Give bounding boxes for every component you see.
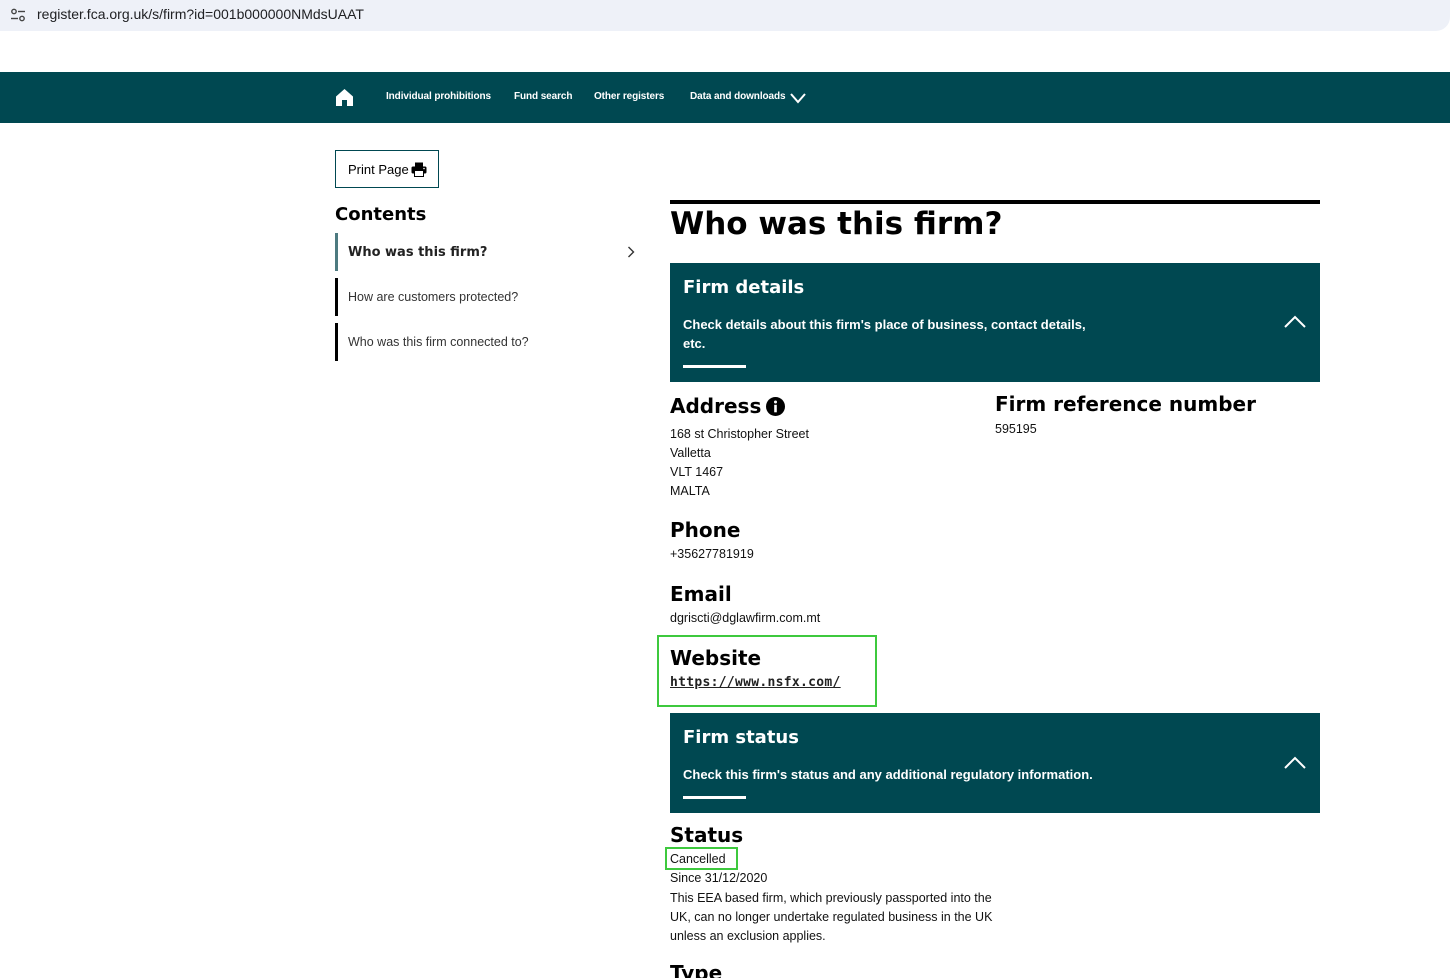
nav-other-registers[interactable]: Other registers bbox=[594, 91, 664, 102]
firm-details-panel[interactable]: Firm details Check details about this fi… bbox=[670, 263, 1320, 382]
nav-fund-search[interactable]: Fund search bbox=[514, 91, 572, 102]
toc-item-label: Who was this firm? bbox=[348, 244, 488, 260]
status-note-line: UK, can no longer undertake regulated bu… bbox=[670, 910, 993, 924]
toc-item-label: How are customers protected? bbox=[348, 290, 519, 304]
panel-description: Check details about this firm's place of… bbox=[683, 315, 1086, 353]
email-value: dgriscti@dglawfirm.com.mt bbox=[670, 611, 821, 625]
panel-title: Firm status bbox=[683, 727, 799, 748]
status-label: Status bbox=[670, 823, 744, 847]
contents-heading: Contents bbox=[335, 204, 427, 225]
address-line: 168 st Christopher Street bbox=[670, 427, 809, 441]
email-label: Email bbox=[670, 582, 732, 606]
chevron-right-icon bbox=[628, 246, 635, 258]
chevron-up-icon[interactable] bbox=[1284, 756, 1306, 770]
phone-label: Phone bbox=[670, 518, 741, 542]
website-label: Website bbox=[670, 646, 762, 670]
panel-title: Firm details bbox=[683, 277, 805, 298]
status-value: Cancelled bbox=[670, 852, 726, 866]
address-value: 168 st Christopher Street Valletta VLT 1… bbox=[670, 425, 809, 501]
printer-icon bbox=[411, 162, 427, 177]
info-icon[interactable] bbox=[766, 397, 785, 416]
address-label: Address bbox=[670, 394, 762, 418]
address-line: MALTA bbox=[670, 484, 710, 498]
website-link[interactable]: https://www.nsfx.com/ bbox=[670, 675, 841, 690]
status-since: Since 31/12/2020 bbox=[670, 871, 768, 885]
chevron-down-icon[interactable] bbox=[790, 92, 806, 104]
main-navigation: Individual prohibitions Fund search Othe… bbox=[0, 72, 1450, 123]
firm-status-panel[interactable]: Firm status Check this firm's status and… bbox=[670, 713, 1320, 813]
browser-address-bar[interactable]: register.fca.org.uk/s/firm?id=001b000000… bbox=[0, 0, 1450, 31]
toc-item-connections[interactable]: Who was this firm connected to? bbox=[335, 323, 635, 361]
page-title: Who was this firm? bbox=[670, 206, 1003, 242]
panel-description: Check this firm's status and any additio… bbox=[683, 767, 1093, 782]
panel-description-line: etc. bbox=[683, 336, 706, 351]
home-icon[interactable] bbox=[335, 88, 354, 107]
status-note-line: unless an exclusion applies. bbox=[670, 929, 826, 943]
toc-item-label: Who was this firm connected to? bbox=[348, 335, 529, 349]
panel-description-line: Check details about this firm's place of… bbox=[683, 317, 1086, 332]
address-line: VLT 1467 bbox=[670, 465, 724, 479]
toc-item-customer-protection[interactable]: How are customers protected? bbox=[335, 278, 635, 316]
tune-icon[interactable] bbox=[10, 7, 26, 23]
frn-value: 595195 bbox=[995, 422, 1037, 436]
print-page-button[interactable]: Print Page bbox=[335, 150, 439, 188]
phone-value: +35627781919 bbox=[670, 547, 754, 561]
chevron-up-icon[interactable] bbox=[1284, 315, 1306, 329]
print-page-label: Print Page bbox=[348, 161, 409, 177]
status-note-line: This EEA based firm, which previously pa… bbox=[670, 891, 992, 905]
status-note: This EEA based firm, which previously pa… bbox=[670, 889, 992, 946]
panel-underline bbox=[683, 796, 746, 799]
heading-rule bbox=[670, 200, 1320, 204]
url-text[interactable]: register.fca.org.uk/s/firm?id=001b000000… bbox=[37, 6, 364, 22]
nav-data-and-downloads[interactable]: Data and downloads bbox=[690, 91, 786, 102]
panel-underline bbox=[683, 365, 746, 368]
toc-item-who-was-this-firm[interactable]: Who was this firm? bbox=[335, 233, 635, 271]
type-label: Type bbox=[670, 961, 723, 978]
address-line: Valletta bbox=[670, 446, 711, 460]
frn-label: Firm reference number bbox=[995, 392, 1256, 416]
nav-individual-prohibitions[interactable]: Individual prohibitions bbox=[386, 91, 491, 102]
